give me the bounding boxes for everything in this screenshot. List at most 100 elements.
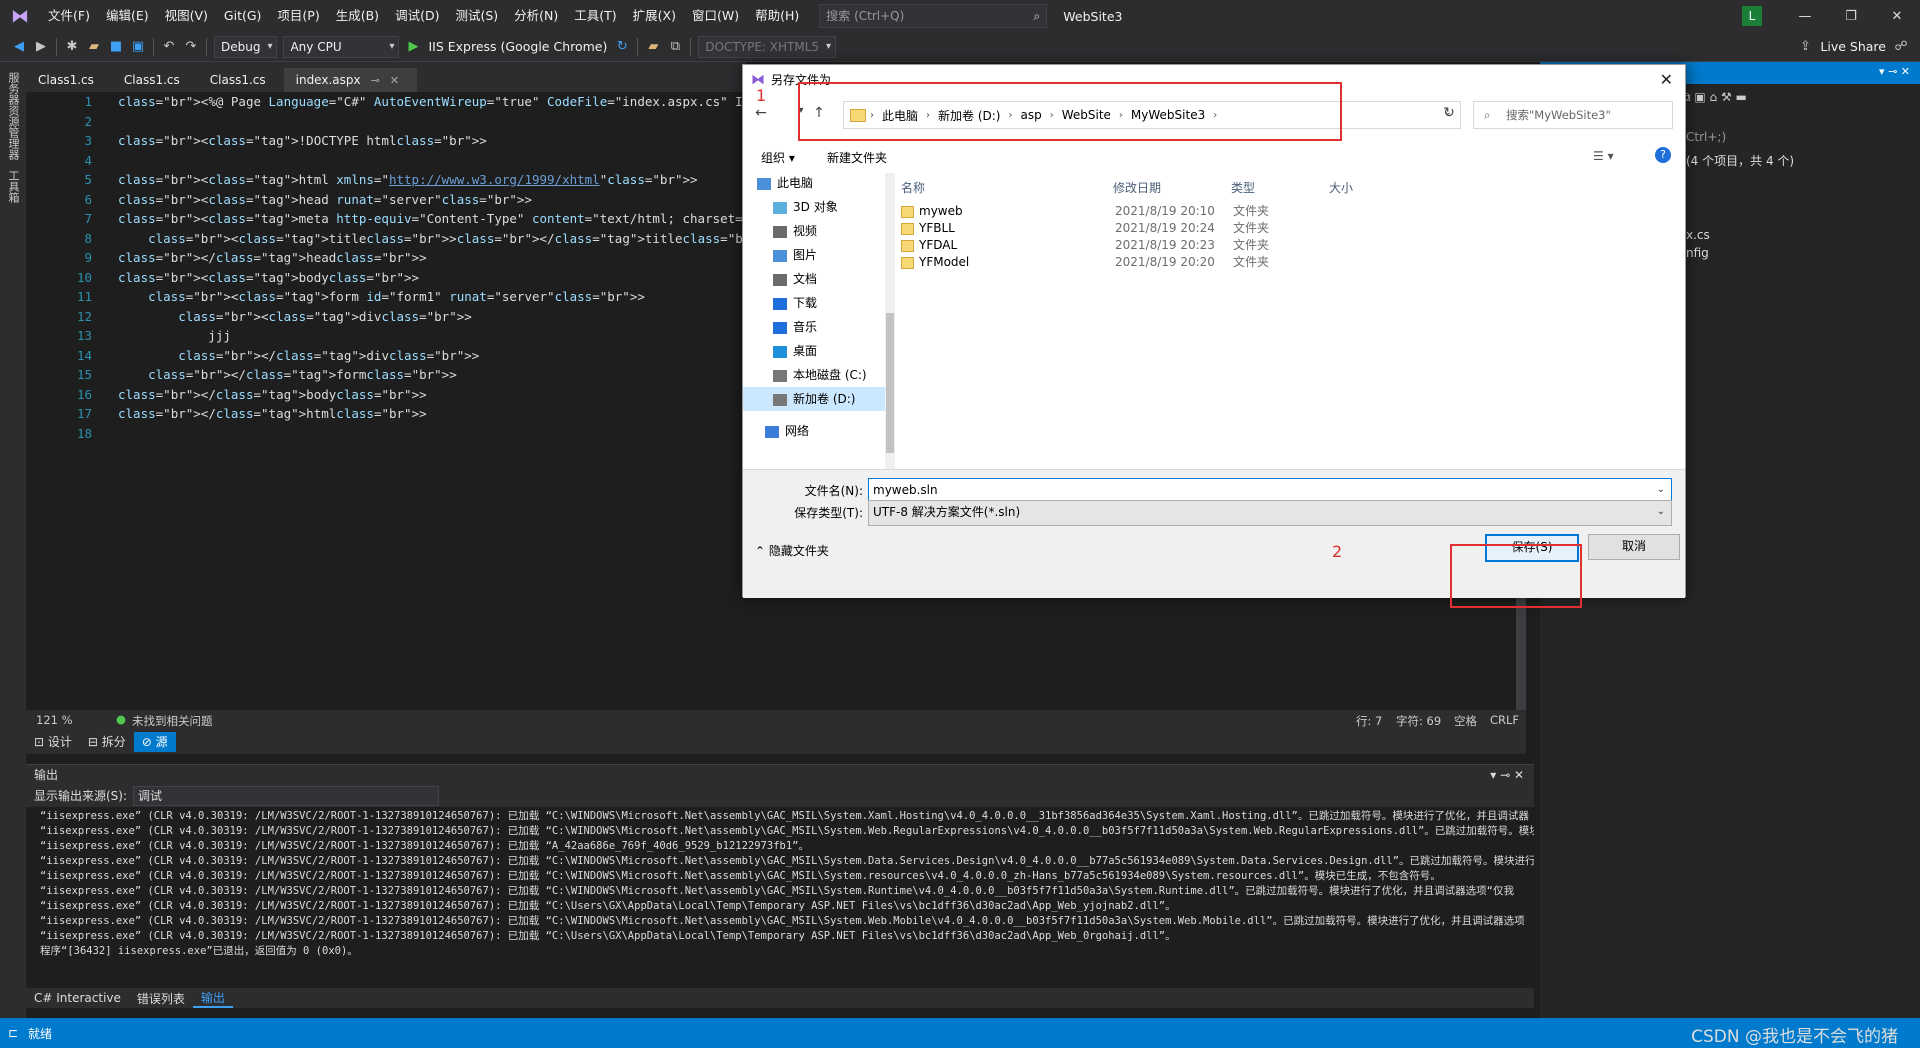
minimize-icon[interactable]: — [1782,9,1828,24]
menu-item[interactable]: 视图(V) [157,0,216,32]
csharp-interactive-tab[interactable]: C# Interactive [26,991,129,1005]
menu-item[interactable]: 帮助(H) [747,0,807,32]
cancel-button[interactable]: 取消 [1588,534,1680,560]
menu-item[interactable]: 编辑(E) [98,0,157,32]
doc-tab[interactable]: Class1.cs [198,68,284,92]
split-view-tab[interactable]: ⊟ 拆分 [80,732,134,752]
panel-controls-icon[interactable]: ▾ ⊸ ✕ [1879,65,1910,78]
organize-button[interactable]: 组织 ▾ [761,149,795,166]
refresh-icon[interactable]: ↻ [611,39,633,54]
nav-item[interactable]: 音乐 [743,315,885,339]
issues-text[interactable]: 未找到相关问题 [132,713,213,729]
panel-controls-icon[interactable]: ▾ ⊸ ✕ [1490,765,1524,785]
menu-item[interactable]: 工具(T) [566,0,624,32]
chevron-down-icon[interactable]: ⌄ [1657,479,1665,501]
back-arrow-icon[interactable]: ← [751,105,771,121]
refresh-icon[interactable]: ↻ [1439,105,1459,121]
doc-tab[interactable]: Class1.cs [112,68,198,92]
column-header-type[interactable]: 类型 [1231,179,1255,196]
search-placeholder: 搜索 (Ctrl+Q) [826,9,905,23]
solution-item[interactable]: x.cs [1686,228,1710,242]
split-label: 拆分 [101,735,126,749]
column-header-date[interactable]: 修改日期 [1113,179,1161,196]
close-icon[interactable]: ✕ [1874,9,1920,24]
nav-item[interactable]: 网络 [743,419,885,443]
nav-item[interactable]: 3D 对象 [743,195,885,219]
line-ending[interactable]: CRLF [1490,713,1519,727]
config-dropdown[interactable]: Debug [214,35,278,58]
output-source-dropdown[interactable]: 调试 [133,786,440,806]
undo-icon[interactable]: ↶ [158,39,180,54]
view-options-icon[interactable]: ☰ ▾ [1593,149,1614,163]
nav-item[interactable]: 新加卷 (D:) [743,387,885,411]
nav-item-label: 音乐 [793,320,818,334]
watermark-text: CSDN @我也是不会飞的猪 [1691,1027,1898,1047]
server-explorer-tab[interactable]: 服务器资源管理器 [5,72,21,160]
column-header-size[interactable]: 大小 [1329,179,1353,196]
close-tab-icon[interactable]: ✕ [390,74,399,87]
doc-tab-active[interactable]: index.aspx ⊸ ✕ [283,68,418,92]
menu-item[interactable]: 文件(F) [40,0,98,32]
nav-item-label: 新加卷 (D:) [793,392,856,406]
search-input[interactable]: 搜索 (Ctrl+Q) ⌕ [819,4,1048,28]
live-share-button[interactable]: Live Share [1820,39,1886,54]
zoom-level[interactable]: 121 % [36,713,73,727]
platform-dropdown[interactable]: Any CPU [283,35,400,58]
nav-item[interactable]: 下载 [743,291,885,315]
column-header-name[interactable]: 名称 [901,179,925,196]
menu-item[interactable]: Git(G) [216,0,270,32]
menu-item[interactable]: 项目(P) [269,0,327,32]
file-row[interactable]: YFModel 2021/8/19 20:20 文件夹 [893,252,1673,273]
forward-icon[interactable]: ▶ [30,39,52,54]
menu-item[interactable]: 窗口(W) [684,0,747,32]
pin-icon[interactable]: ⊸ [371,74,380,87]
nav-item[interactable]: 文档 [743,267,885,291]
line-number: 6 [84,191,92,207]
design-view-tab[interactable]: ⊡ 设计 [26,732,80,752]
toolbar-icons[interactable]: ⧉ ▣ ⌂ ⚒ ▬ [1682,90,1747,105]
new-folder-button[interactable]: 新建文件夹 [827,149,887,166]
doc-tab[interactable]: Class1.cs [26,68,112,92]
menu-item[interactable]: 生成(B) [328,0,387,32]
nav-item[interactable]: 视频 [743,219,885,243]
restore-icon[interactable]: ❐ [1828,9,1874,24]
nav-item[interactable]: 桌面 [743,339,885,363]
menu-item[interactable]: 调试(D) [387,0,447,32]
solution-search-hint[interactable]: Ctrl+;) [1686,130,1726,144]
close-icon[interactable]: ✕ [1660,65,1673,95]
filetype-dropdown[interactable]: UTF-8 解决方案文件(*.sln) ⌄ [868,500,1672,526]
back-icon[interactable]: ◀ [8,39,30,54]
dialog-search-input[interactable]: ⌕ 搜索"MyWebSite3" [1473,101,1673,129]
folder-icon[interactable]: ▰ [642,39,664,54]
solution-item[interactable]: nfig [1686,246,1709,260]
menu-item[interactable]: 测试(S) [447,0,506,32]
new-project-icon[interactable]: ✱ [61,39,83,54]
redo-icon[interactable]: ↷ [180,39,202,54]
nav-item-label: 视频 [793,224,818,238]
check-icon: ● [116,712,127,726]
avatar[interactable]: L [1742,6,1762,26]
save-icon[interactable]: ■ [105,39,127,54]
error-list-tab[interactable]: 错误列表 [129,990,193,1007]
doctype-dropdown[interactable]: DOCTYPE: XHTML5 [698,35,837,58]
run-icon[interactable]: ▶ [402,39,424,54]
feedback-icon[interactable]: ☍ [1890,39,1912,54]
open-folder-icon[interactable]: ▰ [83,39,105,54]
space-mode[interactable]: 空格 [1454,713,1477,729]
output-text[interactable]: “iisexpress.exe” (CLR v4.0.30319: /LM/W3… [26,807,1534,959]
hide-folders-toggle[interactable]: ⌃ 隐藏文件夹 [755,542,829,559]
menu-item[interactable]: 分析(N) [506,0,566,32]
output-tab[interactable]: 输出 [192,989,233,1008]
toolbox-tab[interactable]: 工具箱 [5,170,21,203]
annotation-marker-2: 2 [1332,542,1343,561]
nav-item[interactable]: 图片 [743,243,885,267]
source-view-tab[interactable]: ⊘ 源 [133,732,176,752]
chevron-down-icon[interactable]: ⌄ [1657,501,1665,523]
menu-item[interactable]: 扩展(X) [625,0,684,32]
save-all-icon[interactable]: ▣ [127,39,149,54]
help-icon[interactable]: ? [1655,147,1671,163]
screenshot-icon[interactable]: ⧉ [664,39,686,54]
nav-item[interactable]: 本地磁盘 (C:) [743,363,885,387]
run-target-button[interactable]: IIS Express (Google Chrome) [428,39,607,54]
nav-item[interactable]: 此电脑 [743,171,885,195]
